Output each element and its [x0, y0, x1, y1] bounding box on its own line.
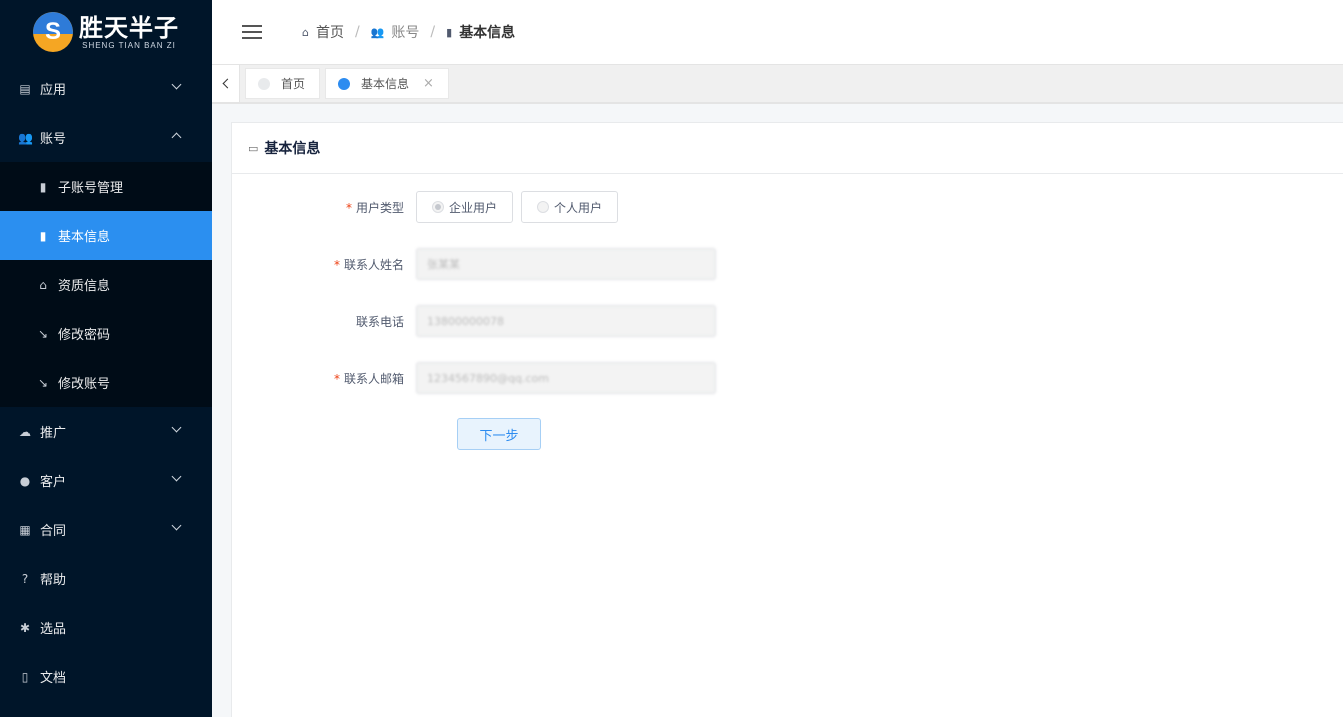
sidebar-item-label: 应用: [40, 83, 67, 98]
sidebar-item-promotion[interactable]: ☁ 推广: [0, 407, 212, 456]
tab-home[interactable]: 首页: [245, 68, 321, 99]
sidebar-item-label: 基本信息: [58, 230, 111, 245]
tabs-bar: 首页 基本信息 ×: [212, 64, 1343, 104]
home-icon: ⌂: [39, 277, 47, 292]
sidebar-item-app[interactable]: ▤ 应用: [0, 64, 212, 113]
required-mark: *: [345, 200, 352, 215]
contact-phone-field[interactable]: 13800000078: [416, 305, 716, 337]
form-row-contact-email: * 联系人邮箱 1234567890@qq.com: [226, 362, 716, 394]
breadcrumb-separator: /: [430, 24, 436, 40]
required-mark: *: [333, 257, 340, 272]
brand-logo[interactable]: 胜天半子 SHENG TIAN BAN ZI: [0, 0, 212, 64]
sidebar-item-label: 合同: [40, 524, 67, 539]
form-row-user-type: * 用户类型 企业用户 个人用户: [226, 191, 626, 223]
tab-status-dot: [258, 77, 270, 90]
sidebar-item-label: 资质信息: [58, 279, 111, 294]
sidebar-item-account[interactable]: 👥 账号: [0, 113, 212, 162]
radio-personal-user[interactable]: 个人用户: [521, 191, 619, 223]
sidebar-item-label: 修改密码: [58, 328, 111, 343]
contact-name-label: * 联系人姓名: [333, 257, 404, 272]
sidebar-item-label: 帮助: [40, 573, 67, 588]
help-icon: ?: [21, 571, 29, 586]
form-row-contact-name: * 联系人姓名 张某某: [226, 248, 716, 280]
tab-status-dot: [338, 77, 351, 90]
wrench-icon: ↘: [37, 375, 49, 390]
home-icon: ⌂: [302, 25, 309, 39]
document-icon: ▮: [446, 25, 453, 39]
sidebar-item-customer[interactable]: ● 客户: [0, 456, 212, 505]
radio-label: 个人用户: [554, 200, 603, 215]
account-submenu: ▮ 子账号管理 ▮ 基本信息 ⌂ 资质信息 ↘ 修改密码 ↘ 修改账号: [0, 162, 212, 407]
sidebar: 胜天半子 SHENG TIAN BAN ZI ▤ 应用 👥 账号 ▮ 子账号管理…: [0, 0, 212, 717]
sidebar-item-label: 文档: [40, 671, 67, 686]
next-step-button[interactable]: 下一步: [457, 418, 541, 450]
sidebar-item-label: 账号: [40, 132, 67, 147]
sidebar-item-label: 客户: [40, 475, 67, 490]
user-type-label: * 用户类型: [345, 200, 404, 215]
chevron-down-icon: [171, 471, 182, 482]
chevron-left-icon: [222, 78, 232, 89]
radio-dot: [537, 201, 550, 213]
brand-title: 胜天半子: [79, 13, 179, 42]
sidebar-item-subaccount-management[interactable]: ▮ 子账号管理: [0, 162, 212, 211]
tabs-scroll-left-button[interactable]: [212, 65, 240, 102]
card-title: 基本信息: [264, 141, 321, 157]
menu-toggle-icon[interactable]: [242, 25, 262, 39]
top-header: ⌂ 首页 / 👥 账号 / ▮ 基本信息: [212, 0, 1343, 64]
sidebar-item-label: 推广: [40, 426, 67, 441]
document-icon: ▮: [39, 228, 47, 243]
chevron-down-icon: [171, 520, 182, 531]
users-icon: 👥: [370, 25, 385, 39]
chevron-down-icon: [171, 422, 182, 433]
contact-email-label: * 联系人邮箱: [333, 371, 404, 386]
contract-icon: ▦: [19, 522, 31, 537]
breadcrumb-item-home[interactable]: ⌂ 首页: [302, 22, 344, 42]
close-icon[interactable]: ×: [423, 76, 434, 91]
brand-logo-text: 胜天半子 SHENG TIAN BAN ZI: [79, 15, 179, 50]
sidebar-item-label: 选品: [40, 622, 67, 637]
breadcrumb-label: 首页: [315, 25, 344, 41]
cloud-upload-icon: ☁: [19, 424, 31, 439]
wrench-icon: ↘: [37, 326, 49, 341]
form-row-contact-phone: 联系电话 13800000078: [226, 305, 716, 337]
sidebar-item-qualification-info[interactable]: ⌂ 资质信息: [0, 260, 212, 309]
tab-basic-info[interactable]: 基本信息 ×: [325, 68, 449, 99]
book-icon: ▯: [21, 669, 29, 684]
radio-label: 企业用户: [449, 200, 498, 215]
brand-subtitle: SHENG TIAN BAN ZI: [82, 40, 176, 50]
chevron-down-icon: [171, 79, 182, 90]
breadcrumb-label: 账号: [391, 25, 420, 41]
sidebar-item-change-password[interactable]: ↘ 修改密码: [0, 309, 212, 358]
radio-enterprise-user[interactable]: 企业用户: [416, 191, 514, 223]
sidebar-item-basic-info[interactable]: ▮ 基本信息: [0, 211, 212, 260]
gear-icon: ✱: [19, 620, 31, 635]
document-icon: ▮: [39, 179, 47, 194]
app-icon: ▤: [19, 81, 31, 96]
tab-label: 首页: [281, 77, 306, 91]
sidebar-item-label: 子账号管理: [58, 181, 124, 196]
breadcrumb: ⌂ 首页 / 👥 账号 / ▮ 基本信息: [302, 22, 515, 42]
contact-name-field[interactable]: 张某某: [416, 248, 716, 280]
users-icon: 👥: [18, 130, 33, 145]
tab-label: 基本信息: [361, 77, 410, 91]
breadcrumb-item-current: ▮ 基本信息: [446, 22, 515, 42]
breadcrumb-separator: /: [354, 24, 360, 40]
radio-dot: [432, 201, 444, 213]
contact-email-field[interactable]: 1234567890@qq.com: [416, 362, 716, 394]
breadcrumb-item-account[interactable]: 👥 账号: [371, 22, 420, 42]
required-mark: *: [333, 371, 340, 386]
sidebar-item-label: 修改账号: [58, 377, 111, 392]
sidebar-item-product-selection[interactable]: ✱ 选品: [0, 603, 212, 652]
form-icon: ▭: [248, 141, 259, 155]
contact-phone-label: 联系电话: [355, 314, 404, 329]
sidebar-item-change-account[interactable]: ↘ 修改账号: [0, 358, 212, 407]
sidebar-item-docs[interactable]: ▯ 文档: [0, 652, 212, 701]
breadcrumb-label: 基本信息: [459, 25, 516, 41]
person-icon: ●: [19, 473, 31, 488]
card-header: ▭ 基本信息: [232, 123, 1343, 174]
sidebar-item-contract[interactable]: ▦ 合同: [0, 505, 212, 554]
sidebar-item-help[interactable]: ? 帮助: [0, 554, 212, 603]
brand-logo-mark: [33, 12, 73, 52]
chevron-up-icon: [171, 132, 182, 143]
